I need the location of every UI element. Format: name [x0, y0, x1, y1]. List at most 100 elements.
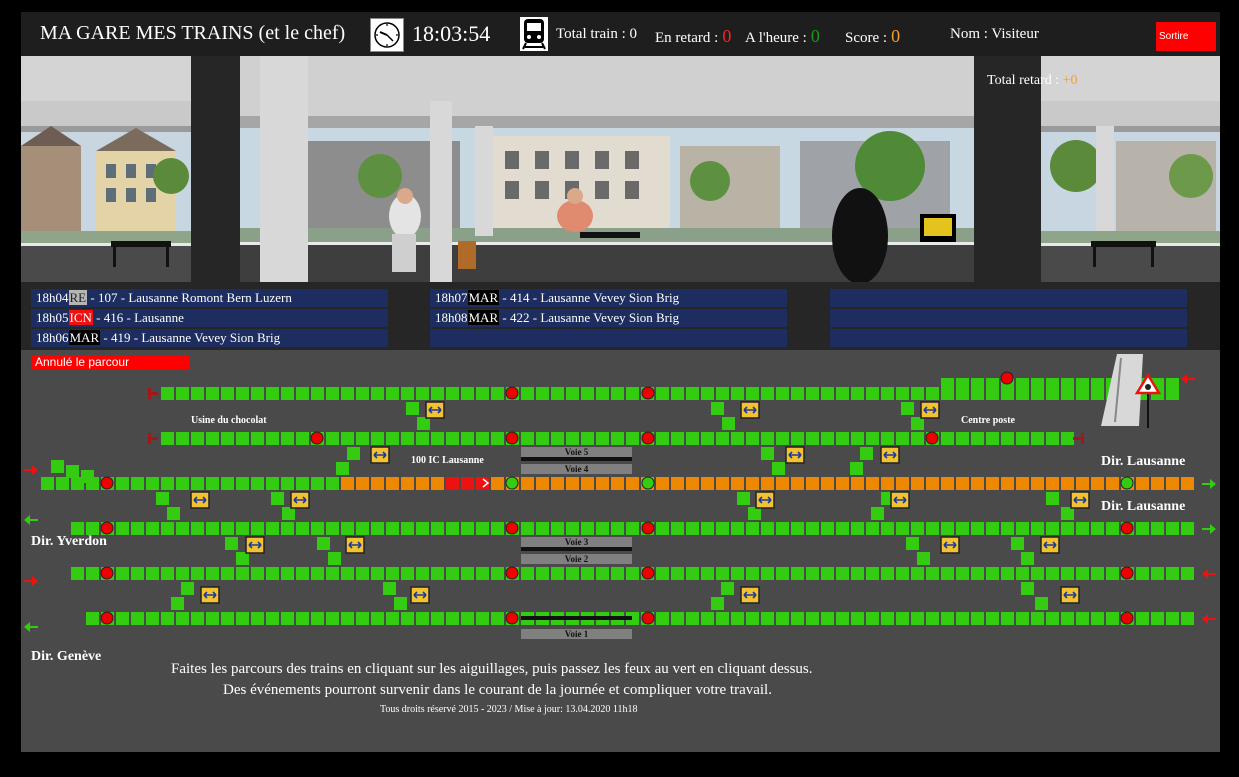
track-segment [956, 432, 969, 445]
track-segment [476, 612, 489, 625]
signal-light[interactable] [505, 566, 519, 580]
signal-light[interactable] [100, 521, 114, 535]
signal-light[interactable] [505, 611, 519, 625]
track-segment [881, 387, 894, 400]
label-train: 100 IC Lausanne [411, 455, 484, 466]
signal-light[interactable] [925, 431, 939, 445]
track-segment [656, 477, 669, 490]
track-segment [1061, 378, 1074, 391]
track-segment [611, 477, 624, 490]
track-segment [1061, 432, 1074, 445]
track-segment [146, 522, 159, 535]
track-segment [236, 567, 249, 580]
track-segment [611, 387, 624, 400]
track-segment [491, 432, 504, 445]
signal-light[interactable] [310, 431, 324, 445]
track-segment [581, 387, 594, 400]
track-segment [356, 477, 369, 490]
track-segment [671, 477, 684, 490]
signal-light[interactable] [641, 386, 655, 400]
track-segment [821, 477, 834, 490]
scene-panel-left [21, 56, 191, 282]
track-segment [1106, 567, 1119, 580]
track-segment [791, 432, 804, 445]
signal-light[interactable] [100, 566, 114, 580]
track-segment [311, 612, 324, 625]
track-segment [236, 552, 249, 565]
track-segment [431, 387, 444, 400]
departure-row: 18h04RE - 107 - Lausanne Romont Bern Luz… [31, 289, 388, 307]
signal-light[interactable] [641, 611, 655, 625]
signal-light[interactable] [641, 431, 655, 445]
signal-light[interactable] [100, 611, 114, 625]
track-segment [1091, 477, 1104, 490]
track-segment [341, 477, 354, 490]
track-segment [401, 522, 414, 535]
signal-light[interactable] [100, 476, 114, 490]
signal-light[interactable] [505, 431, 519, 445]
track-segment [731, 477, 744, 490]
track-segment [431, 477, 444, 490]
track-segment [371, 612, 384, 625]
signal-light[interactable] [505, 521, 519, 535]
track-segment [296, 567, 309, 580]
track-segment [1046, 378, 1059, 391]
track-segment [917, 552, 930, 565]
signal-light[interactable] [641, 521, 655, 535]
track-segment [721, 582, 734, 595]
track-segment [731, 387, 744, 400]
track-segment [731, 567, 744, 580]
track-segment [716, 567, 729, 580]
total-delay: Total retard : +0 [987, 73, 1078, 89]
track-segment [1016, 567, 1029, 580]
track-segment [416, 612, 429, 625]
departure-row: 18h05ICN - 416 - Lausanne [31, 309, 388, 327]
signal-light[interactable] [1120, 611, 1134, 625]
signal-light[interactable] [641, 566, 655, 580]
track-segment [326, 387, 339, 400]
signal-light[interactable] [505, 476, 519, 490]
track-segment [821, 612, 834, 625]
track-segment [347, 447, 360, 460]
departure-board: 18h04RE - 107 - Lausanne Romont Bern Luz… [21, 286, 1220, 350]
category-badge: RE [68, 290, 88, 305]
track-segment [866, 432, 879, 445]
track-segment [711, 402, 724, 415]
track-segment [311, 522, 324, 535]
track-segment [341, 522, 354, 535]
track-segment [776, 432, 789, 445]
track-segment [722, 417, 735, 430]
track-segment [866, 522, 879, 535]
track-segment [191, 477, 204, 490]
track-segment [596, 387, 609, 400]
track-segment [281, 477, 294, 490]
track-segment [176, 612, 189, 625]
track-segment [761, 612, 774, 625]
signal-light[interactable] [1120, 521, 1134, 535]
track-segment [326, 432, 339, 445]
signal-light[interactable] [505, 386, 519, 400]
arrow-left-icon [24, 622, 38, 632]
signal-light[interactable] [641, 476, 655, 490]
track-segment [1166, 522, 1179, 535]
track-segment [956, 612, 969, 625]
track-segment [416, 522, 429, 535]
track-segment [806, 387, 819, 400]
track-segment [206, 522, 219, 535]
track-segment [791, 522, 804, 535]
track-segment [221, 612, 234, 625]
track-segment [394, 597, 407, 610]
signal-light[interactable] [1120, 476, 1134, 490]
track-segment [671, 387, 684, 400]
signal-light[interactable] [1120, 566, 1134, 580]
ontime-value: 0 [810, 26, 820, 46]
cancel-route-button[interactable]: Annulé le parcour [31, 355, 190, 370]
track-segment [791, 477, 804, 490]
track-segment [656, 387, 669, 400]
track-segment [1106, 612, 1119, 625]
track-segment [716, 522, 729, 535]
signal-light[interactable] [1000, 371, 1014, 385]
track-segment [416, 387, 429, 400]
track-segment [296, 432, 309, 445]
exit-button[interactable]: Sortire [1156, 22, 1216, 51]
